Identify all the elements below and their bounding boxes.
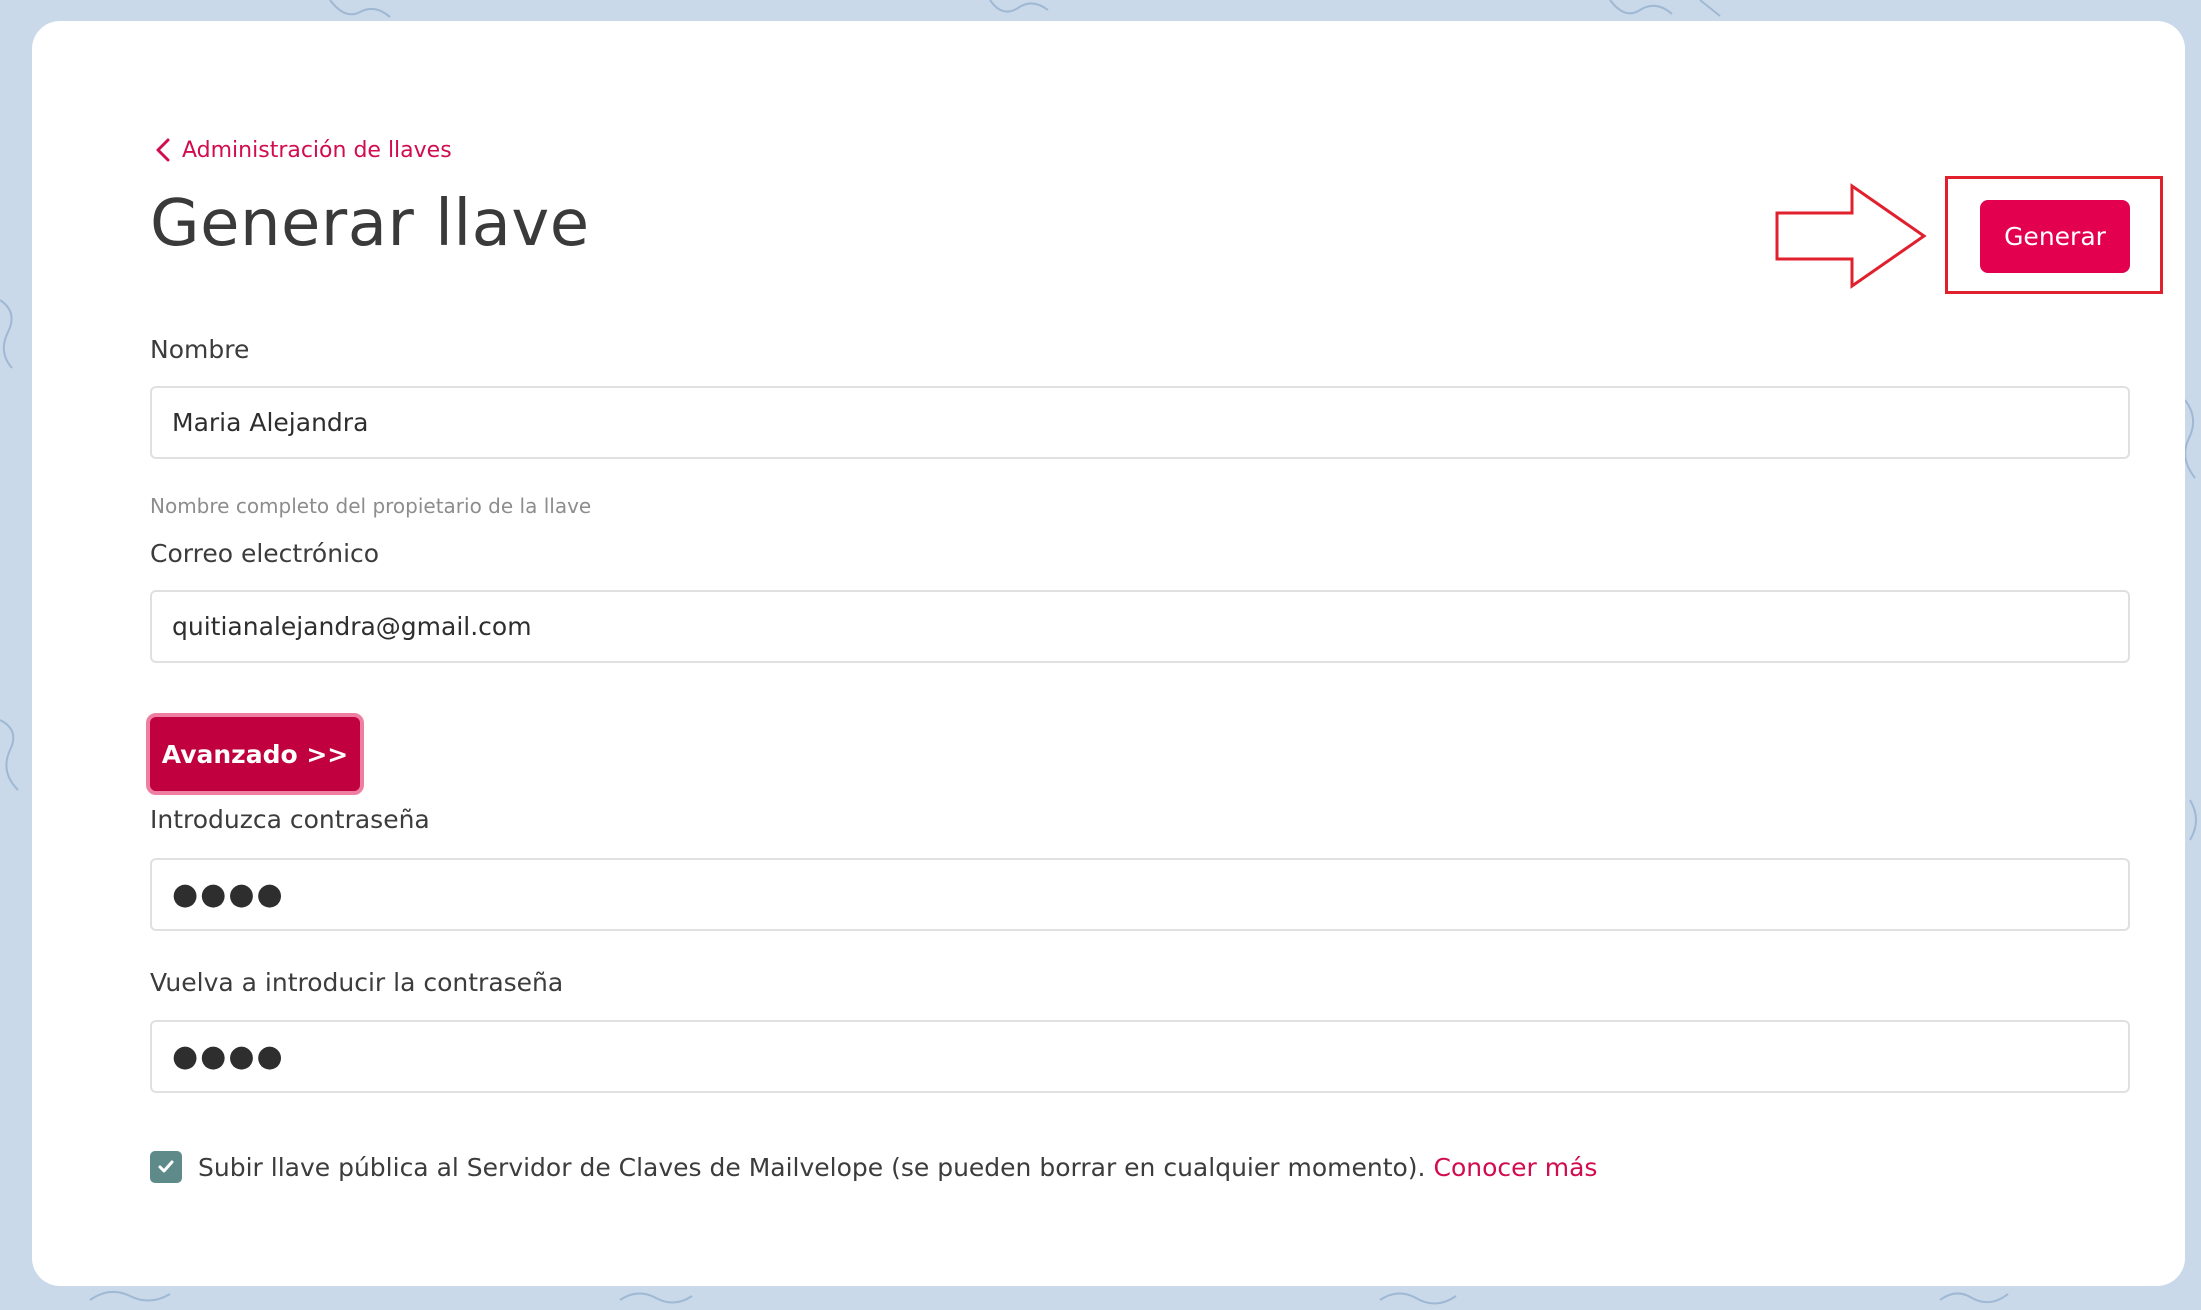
password-confirm-input[interactable] [150, 1020, 2130, 1093]
learn-more-link[interactable]: Conocer más [1434, 1153, 1598, 1182]
advanced-button[interactable]: Avanzado >> [146, 713, 364, 795]
generate-button[interactable]: Generar [1980, 200, 2130, 273]
password-label: Introduzca contraseña [150, 805, 430, 834]
chevron-left-icon [156, 138, 170, 162]
name-label: Nombre [150, 335, 250, 364]
password-input[interactable] [150, 858, 2130, 931]
upload-key-checkbox[interactable] [150, 1151, 182, 1183]
page-title: Generar llave [150, 187, 590, 261]
arrow-right-icon [1775, 183, 1927, 289]
back-link-label: Administración de llaves [182, 137, 452, 163]
password-confirm-label: Vuelva a introducir la contraseña [150, 968, 564, 997]
check-icon [158, 1160, 174, 1173]
back-link[interactable]: Administración de llaves [154, 137, 452, 163]
email-input[interactable] [150, 590, 2130, 663]
upload-key-label: Subir llave pública al Servidor de Clave… [198, 1152, 1426, 1182]
name-help-text: Nombre completo del propietario de la ll… [150, 494, 592, 518]
email-label: Correo electrónico [150, 539, 380, 568]
upload-key-option: Subir llave pública al Servidor de Clave… [150, 1151, 1597, 1183]
main-card: Administración de llaves Generar llave G… [32, 21, 2185, 1286]
name-input[interactable] [150, 386, 2130, 459]
